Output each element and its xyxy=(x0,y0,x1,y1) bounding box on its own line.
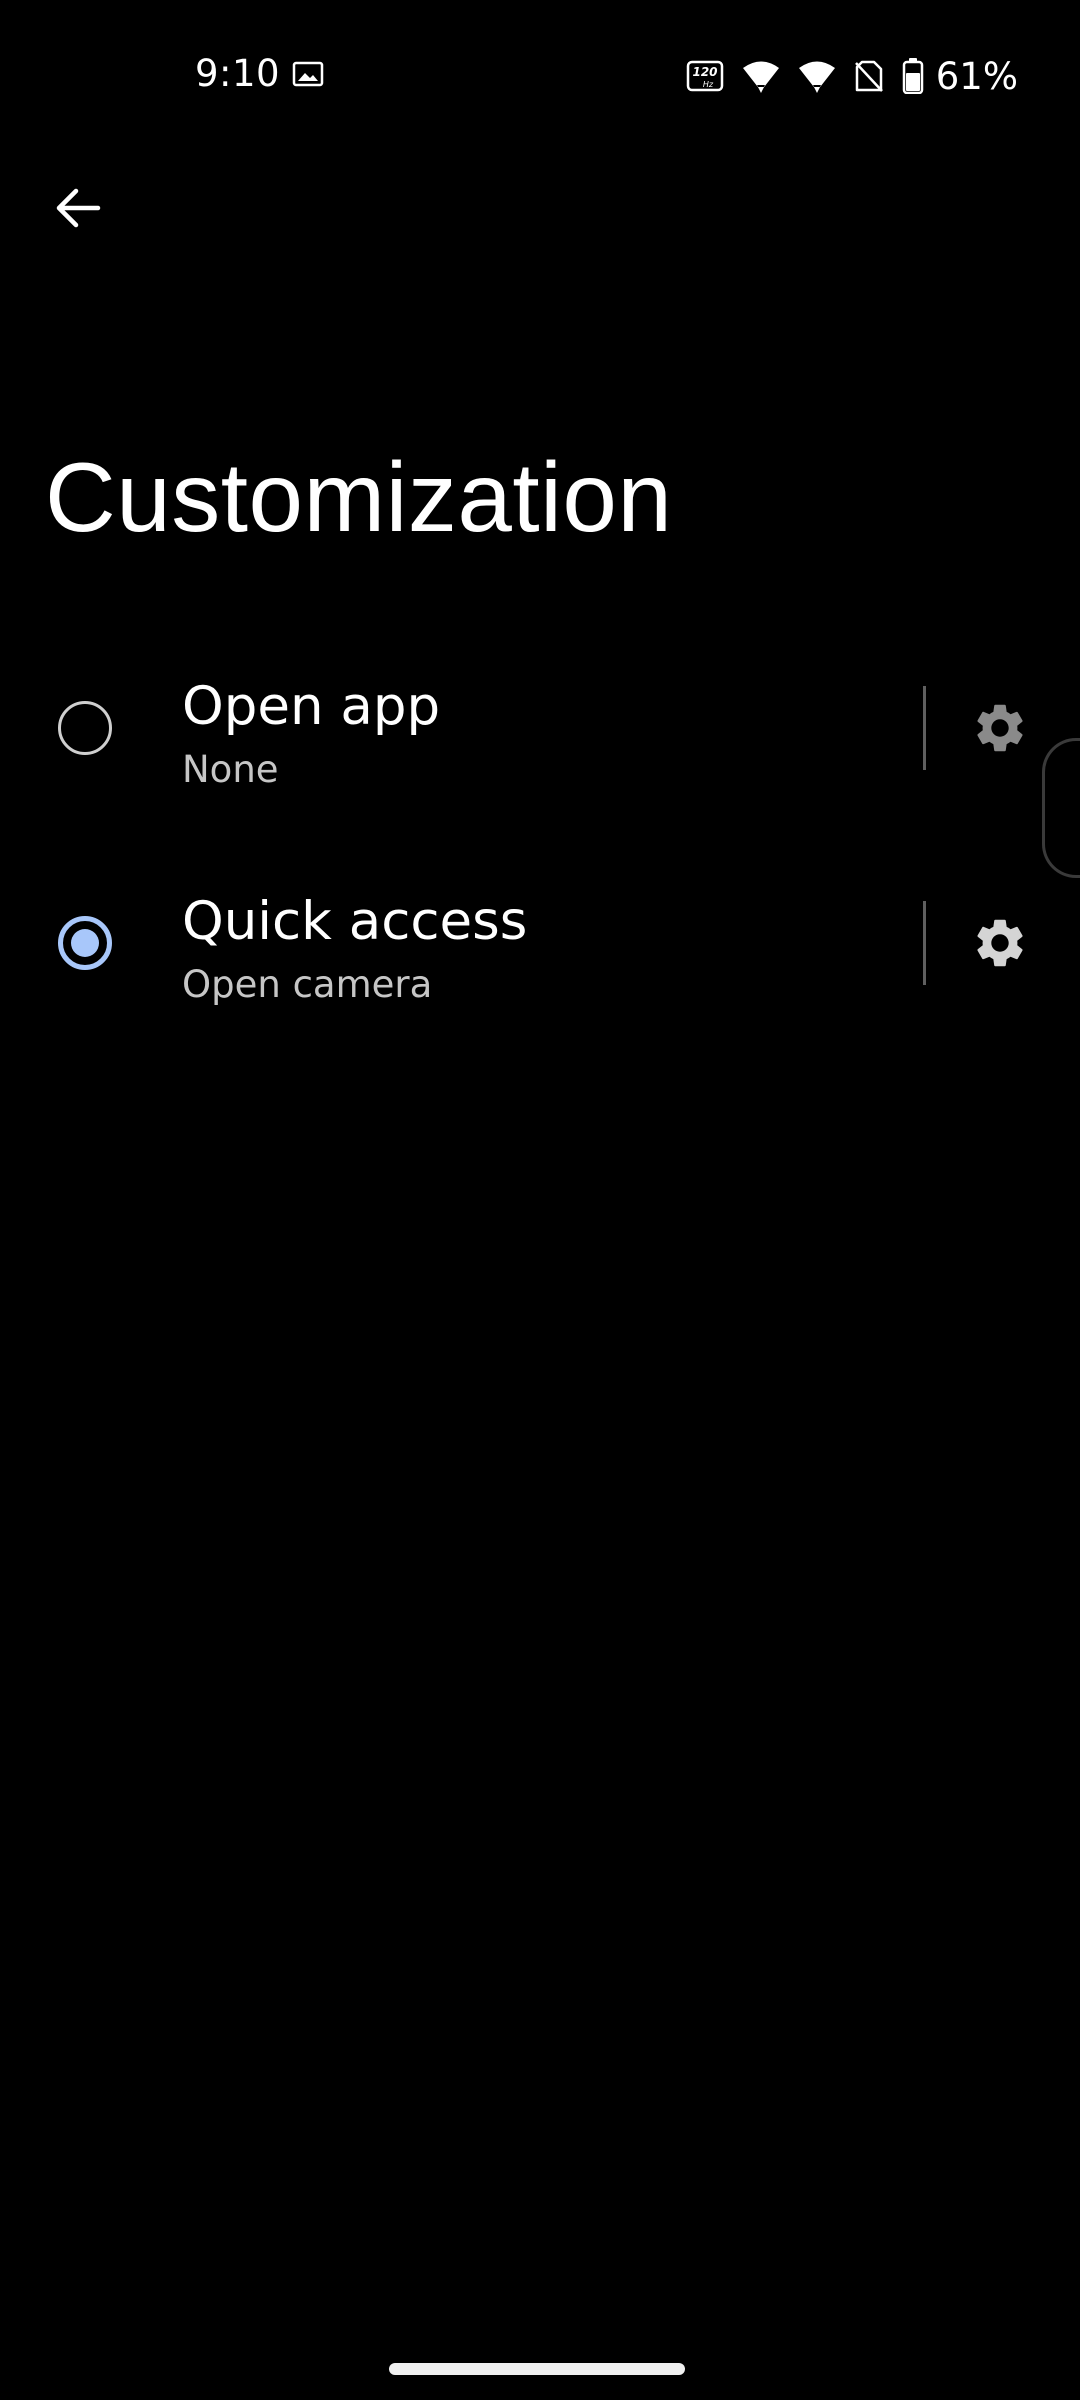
signal-icon xyxy=(798,61,835,93)
option-open-app[interactable]: Open app None xyxy=(0,628,900,828)
status-time: 9:10 xyxy=(195,52,281,95)
option-subtitle: Open camera xyxy=(182,963,433,1006)
page-title: Customization xyxy=(45,442,673,552)
status-icons: 120 Hz 61% xyxy=(668,54,1018,98)
no-sim-icon xyxy=(854,60,883,92)
image-icon xyxy=(292,61,324,87)
radio-open-app[interactable] xyxy=(58,701,112,755)
quick-access-settings-button[interactable] xyxy=(952,895,1048,991)
option-row-open-app: Open app None xyxy=(0,628,1080,828)
battery-icon xyxy=(902,58,923,94)
divider xyxy=(923,901,926,985)
option-row-quick-access: Quick access Open camera xyxy=(0,843,1080,1043)
refresh-rate-icon: 120 Hz xyxy=(686,60,723,92)
back-button[interactable] xyxy=(30,160,126,256)
status-bar: 9:10 120 Hz 61% xyxy=(0,0,1080,150)
refresh-rate-label: 120 xyxy=(692,65,717,79)
radio-quick-access[interactable] xyxy=(58,916,112,970)
divider xyxy=(923,686,926,770)
option-title: Quick access xyxy=(182,891,528,952)
battery-percent: 61% xyxy=(935,54,1018,98)
option-quick-access[interactable]: Quick access Open camera xyxy=(0,843,900,1043)
option-title: Open app xyxy=(182,676,441,737)
gear-icon xyxy=(977,919,1023,967)
gesture-nav-handle[interactable] xyxy=(389,2363,685,2375)
arrow-left-icon xyxy=(56,188,101,228)
wifi-icon xyxy=(742,61,779,93)
gear-icon xyxy=(977,704,1023,752)
option-subtitle: None xyxy=(182,748,279,791)
edge-panel-handle[interactable] xyxy=(1042,738,1080,878)
open-app-settings-button[interactable] xyxy=(952,680,1048,776)
refresh-rate-unit: Hz xyxy=(703,80,714,89)
